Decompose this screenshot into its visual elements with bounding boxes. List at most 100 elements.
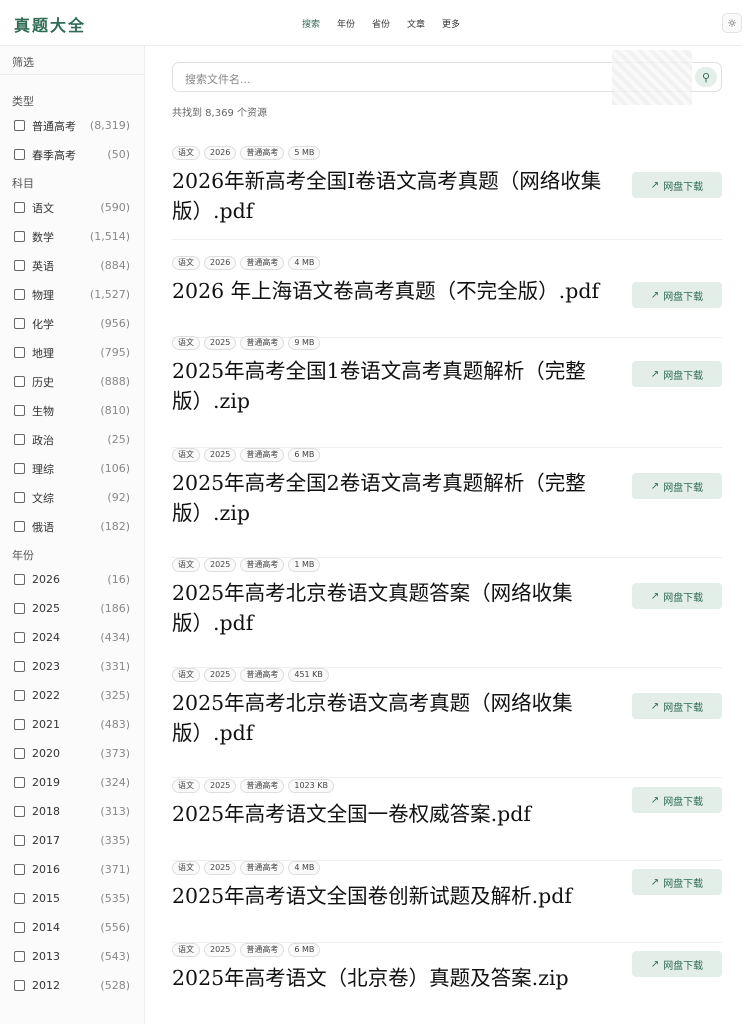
checkbox[interactable] [14, 434, 25, 445]
result-tag[interactable]: 语文 [172, 448, 200, 462]
result-tag[interactable]: 2025 [204, 336, 237, 350]
result-tag[interactable]: 2026 [204, 256, 237, 270]
result-tag[interactable]: 5 MB [288, 146, 321, 160]
subject-option[interactable]: 数学 (1,514) [0, 222, 144, 251]
result-tag[interactable]: 普通高考 [240, 448, 285, 462]
nav-search[interactable]: 搜索 [302, 17, 337, 30]
subject-option[interactable]: 文综 (92) [0, 483, 144, 512]
checkbox[interactable] [14, 492, 25, 503]
result-title[interactable]: 2025年高考北京卷语文真题答案（网络收集版）.pdf [172, 578, 612, 638]
result-title[interactable]: 2025年高考语文（北京卷）真题及答案.zip [172, 963, 612, 993]
download-button[interactable]: ↗ 网盘下载 [632, 361, 722, 387]
subject-option[interactable]: 历史 (888) [0, 367, 144, 396]
checkbox[interactable] [14, 603, 25, 614]
result-tag[interactable]: 普通高考 [240, 558, 285, 572]
result-tag[interactable]: 2025 [204, 668, 237, 682]
result-title[interactable]: 2026 年上海语文卷高考真题（不完全版）.pdf [172, 276, 612, 306]
checkbox[interactable] [14, 806, 25, 817]
checkbox[interactable] [14, 120, 25, 131]
result-tag[interactable]: 2025 [204, 448, 237, 462]
subject-option[interactable]: 俄语 (182) [0, 512, 144, 541]
result-tag[interactable]: 1 MB [288, 558, 321, 572]
result-tag[interactable]: 普通高考 [240, 861, 285, 875]
checkbox[interactable] [14, 521, 25, 532]
result-tag[interactable]: 普通高考 [240, 943, 285, 957]
result-tag[interactable]: 6 MB [288, 448, 321, 462]
subject-option[interactable]: 化学 (956) [0, 309, 144, 338]
result-tag[interactable]: 1023 KB [288, 779, 334, 793]
year-option[interactable]: 2014 (556) [0, 913, 144, 942]
checkbox[interactable] [14, 632, 25, 643]
checkbox[interactable] [14, 202, 25, 213]
year-option[interactable]: 2013 (543) [0, 942, 144, 971]
year-option[interactable]: 2016 (371) [0, 855, 144, 884]
result-tag[interactable]: 2025 [204, 779, 237, 793]
result-tag[interactable]: 普通高考 [240, 668, 285, 682]
subject-option[interactable]: 物理 (1,527) [0, 280, 144, 309]
download-button[interactable]: ↗ 网盘下载 [632, 583, 722, 609]
subject-option[interactable]: 地理 (795) [0, 338, 144, 367]
checkbox[interactable] [14, 719, 25, 730]
result-tag[interactable]: 普通高考 [240, 336, 285, 350]
checkbox[interactable] [14, 289, 25, 300]
year-option[interactable]: 2017 (335) [0, 826, 144, 855]
result-tag[interactable]: 2026 [204, 146, 237, 160]
search-input[interactable]: 搜索文件名... [185, 71, 251, 87]
download-button[interactable]: ↗ 网盘下载 [632, 869, 722, 895]
result-tag[interactable]: 普通高考 [240, 256, 285, 270]
result-title[interactable]: 2025年高考全国1卷语文高考真题解析（完整版）.zip [172, 356, 612, 416]
theme-toggle-button[interactable]: ☼ [722, 13, 742, 33]
result-title[interactable]: 2025年高考语文全国一卷权威答案.pdf [172, 799, 612, 829]
year-option[interactable]: 2024 (434) [0, 623, 144, 652]
download-button[interactable]: ↗ 网盘下载 [632, 473, 722, 499]
download-button[interactable]: ↗ 网盘下载 [632, 693, 722, 719]
year-option[interactable]: 2018 (313) [0, 797, 144, 826]
subject-option[interactable]: 英语 (884) [0, 251, 144, 280]
result-tag[interactable]: 语文 [172, 779, 200, 793]
download-button[interactable]: ↗ 网盘下载 [632, 282, 722, 308]
checkbox[interactable] [14, 748, 25, 759]
download-button[interactable]: ↗ 网盘下载 [632, 787, 722, 813]
result-tag[interactable]: 6 MB [288, 943, 321, 957]
checkbox[interactable] [14, 260, 25, 271]
search-button[interactable]: ⚲ [695, 67, 717, 87]
result-title[interactable]: 2026年新高考全国I卷语文高考真题（网络收集版）.pdf [172, 166, 612, 226]
nav-province[interactable]: 省份 [372, 17, 407, 30]
result-tag[interactable]: 451 KB [288, 668, 329, 682]
result-title[interactable]: 2025年高考北京卷语文高考真题（网络收集版）.pdf [172, 688, 612, 748]
checkbox[interactable] [14, 149, 25, 160]
checkbox[interactable] [14, 893, 25, 904]
year-option[interactable]: 2019 (324) [0, 768, 144, 797]
checkbox[interactable] [14, 347, 25, 358]
checkbox[interactable] [14, 690, 25, 701]
checkbox[interactable] [14, 777, 25, 788]
subject-option[interactable]: 政治 (25) [0, 425, 144, 454]
result-tag[interactable]: 2025 [204, 861, 237, 875]
type-option[interactable]: 普通高考 (8,319) [0, 111, 144, 140]
subject-option[interactable]: 理综 (106) [0, 454, 144, 483]
nav-article[interactable]: 文章 [407, 17, 442, 30]
year-option[interactable]: 2026 (16) [0, 565, 144, 594]
checkbox[interactable] [14, 376, 25, 387]
year-option[interactable]: 2015 (535) [0, 884, 144, 913]
result-tag[interactable]: 普通高考 [240, 779, 285, 793]
result-tag[interactable]: 语文 [172, 256, 200, 270]
checkbox[interactable] [14, 318, 25, 329]
checkbox[interactable] [14, 661, 25, 672]
checkbox[interactable] [14, 405, 25, 416]
nav-more[interactable]: 更多 [442, 17, 472, 30]
checkbox[interactable] [14, 574, 25, 585]
year-option[interactable]: 2020 (373) [0, 739, 144, 768]
subject-option[interactable]: 语文 (590) [0, 193, 144, 222]
site-logo[interactable]: 真题大全 [14, 12, 86, 36]
checkbox[interactable] [14, 864, 25, 875]
year-option[interactable]: 2025 (186) [0, 594, 144, 623]
checkbox[interactable] [14, 951, 25, 962]
result-tag[interactable]: 4 MB [288, 256, 321, 270]
checkbox[interactable] [14, 922, 25, 933]
result-title[interactable]: 2025年高考全国2卷语文高考真题解析（完整版）.zip [172, 468, 612, 528]
download-button[interactable]: ↗ 网盘下载 [632, 951, 722, 977]
checkbox[interactable] [14, 463, 25, 474]
checkbox[interactable] [14, 835, 25, 846]
result-tag[interactable]: 语文 [172, 336, 200, 350]
